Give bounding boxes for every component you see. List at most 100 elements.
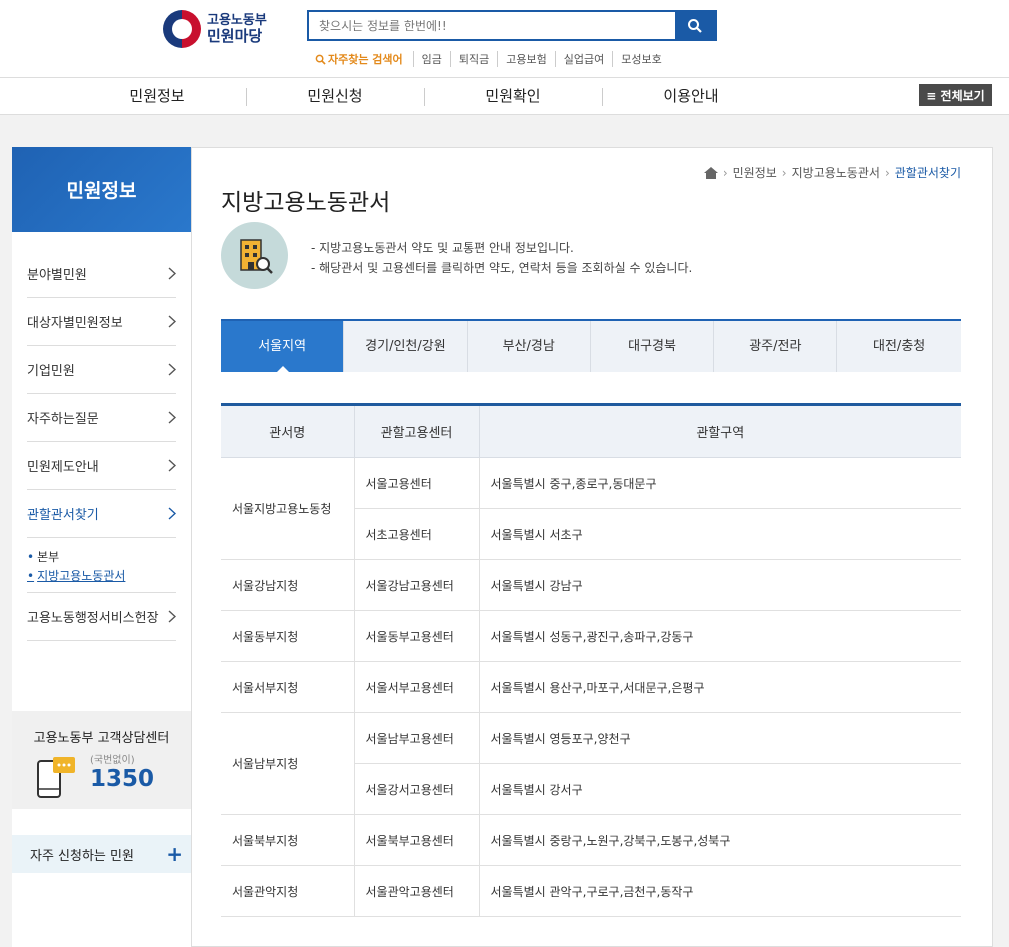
lnb-item-field[interactable]: 분야별민원 [27,250,176,298]
office-cell[interactable]: 서울지방고용노동청 [221,457,355,560]
frequent-services-toggle[interactable]: 자주 신청하는 민원 + [12,835,191,873]
taegeuk-logo-icon [163,10,201,48]
call-center-number: 1350 [90,766,155,792]
chevron-right-icon [168,267,176,280]
tab-busan[interactable]: 부산/경남 [468,321,591,372]
lnb-item-charter[interactable]: 고용노동행정서비스헌장 [27,593,176,641]
keyword-link[interactable]: 고용보험 [497,51,554,67]
region-tabs: 서울지역 경기/인천/강원 부산/경남 대구경북 광주/전라 대전/충청 [221,319,961,373]
lnb-sub-hq[interactable]: • 본부 [27,548,176,567]
table-row: 서울북부지청 서울북부고용센터 서울특별시 중랑구,노원구,강북구,도봉구,성북… [221,814,961,866]
table-row: 서울관악지청 서울관악고용센터 서울특별시 관악구,구로구,금천구,동작구 [221,865,961,917]
popular-keywords: 자주찾는 검색어 임금 퇴직금 고용보험 실업급여 모성보호 [315,51,670,67]
lnb-submenu: • 본부 • 지방고용노동관서 [27,538,176,593]
office-cell[interactable]: 서울남부지청 [221,712,355,815]
lnb-item-label: 자주하는질문 [27,412,99,427]
main-navigation: 민원정보 민원신청 민원확인 이용안내 [0,77,1009,115]
phone-chat-icon [37,757,75,798]
tab-gwangju[interactable]: 광주/전라 [714,321,838,372]
building-search-icon [221,222,288,289]
ministry-logo[interactable]: 고용노동부 민원마당 [163,10,267,48]
office-cell[interactable]: 서울관악지청 [221,865,355,917]
center-cell[interactable]: 서울북부고용센터 [354,814,480,866]
chevron-right-icon [168,610,176,623]
search-button[interactable] [675,12,715,39]
lnb-item-company[interactable]: 기업민원 [27,346,176,394]
gnb-item-apply[interactable]: 민원신청 [246,78,424,115]
breadcrumb-current: 관할관서찾기 [894,166,961,180]
area-cell: 서울특별시 용산구,마포구,서대문구,은평구 [479,661,961,713]
chevron-right-icon [168,411,176,424]
chevron-right-icon [168,363,176,376]
breadcrumb: › 민원정보 › 지방고용노동관서 › 관할관서찾기 [703,164,961,181]
office-cell[interactable]: 서울서부지청 [221,661,355,713]
center-cell[interactable]: 서초고용센터 [354,508,480,560]
table-row: 서울강남지청 서울강남고용센터 서울특별시 강남구 [221,559,961,611]
tab-seoul[interactable]: 서울지역 [221,321,345,373]
table-header-row: 관서명 관할고용센터 관할구역 [221,404,961,458]
gnb-item-info[interactable]: 민원정보 [68,78,246,115]
center-cell[interactable]: 서울서부고용센터 [354,661,480,713]
lnb-item-target[interactable]: 대상자별민원정보 [27,298,176,346]
center-cell[interactable]: 서울관악고용센터 [354,865,480,917]
office-table: 관서명 관할고용센터 관할구역 서울지방고용노동청 서울고용센터 서울특별시 중… [221,403,961,917]
chevron-right-icon [168,315,176,328]
area-cell: 서울특별시 영등포구,양천구 [479,712,961,764]
search-box [307,10,717,41]
search-input[interactable] [309,12,677,39]
gnb-item-check[interactable]: 민원확인 [424,78,602,115]
center-cell[interactable]: 서울고용센터 [354,457,480,509]
plus-icon: + [166,842,183,866]
center-cell[interactable]: 서울동부고용센터 [354,610,480,662]
center-cell[interactable]: 서울남부고용센터 [354,712,480,764]
area-cell: 서울특별시 관악구,구로구,금천구,동작구 [479,865,961,917]
area-cell: 서울특별시 강서구 [479,763,961,815]
lnb-item-label: 분야별민원 [27,268,87,283]
area-cell: 서울특별시 중랑구,노원구,강북구,도봉구,성북구 [479,814,961,866]
lnb-item-label: 고용노동행정서비스헌장 [27,611,159,626]
table-row: 서울동부지청 서울동부고용센터 서울특별시 성동구,광진구,송파구,강동구 [221,610,961,662]
lnb-item-faq[interactable]: 자주하는질문 [27,394,176,442]
chevron-right-icon: › [884,165,890,180]
view-all-button[interactable]: ≡ 전체보기 [919,84,992,106]
breadcrumb-item[interactable]: 지방고용노동관서 [792,164,880,181]
keyword-link[interactable]: 모성보호 [612,51,669,67]
table-row: 서울남부지청 서울남부고용센터 서울특별시 영등포구,양천구 [221,712,961,815]
hot-label-text: 자주찾는 검색어 [328,53,403,66]
lnb-item-system[interactable]: 민원제도안내 [27,442,176,490]
frequent-services-label: 자주 신청하는 민원 [30,848,134,864]
office-cell[interactable]: 서울동부지청 [221,610,355,662]
tab-gyeonggi[interactable]: 경기/인천/강원 [344,321,468,372]
intro-line: - 해당관서 및 고용센터를 클릭하면 약도, 연락처 등을 조회하실 수 있습… [311,261,693,275]
lnb-sub-regional[interactable]: • 지방고용노동관서 [27,567,176,586]
tab-daejeon[interactable]: 대전/충청 [837,321,960,372]
office-cell[interactable]: 서울강남지청 [221,559,355,611]
call-center-title: 고용노동부 고객상담센터 [33,731,170,746]
chevron-right-icon [168,459,176,472]
gnb-item-guide[interactable]: 이용안내 [602,78,780,115]
column-header: 관할고용센터 [354,404,480,458]
lnb-item-office-finder[interactable]: 관할관서찾기 [27,490,176,538]
center-cell[interactable]: 서울강남고용센터 [354,559,480,611]
breadcrumb-item[interactable]: 민원정보 [733,164,777,181]
intro-description: - 지방고용노동관서 약도 및 교통편 안내 정보입니다. - 해당관서 및 고… [311,238,692,278]
area-cell: 서울특별시 중구,종로구,동대문구 [479,457,961,509]
center-cell[interactable]: 서울강서고용센터 [354,763,480,815]
keyword-link[interactable]: 임금 [412,51,450,67]
area-cell: 서울특별시 성동구,광진구,송파구,강동구 [479,610,961,662]
lnb-item-label: 민원제도안내 [27,460,99,475]
table-row: 서울지방고용노동청 서울고용센터 서울특별시 중구,종로구,동대문구 [221,457,961,560]
column-header: 관할구역 [479,404,961,458]
lnb-item-label: 관할관서찾기 [27,508,99,523]
call-center-box: 고용노동부 고객상담센터 (국번없이) 1350 [12,711,191,809]
area-cell: 서울특별시 서초구 [479,508,961,560]
keyword-link[interactable]: 실업급여 [554,51,612,67]
office-cell[interactable]: 서울북부지청 [221,814,355,866]
popular-keywords-label: 자주찾는 검색어 [315,51,403,67]
home-icon[interactable] [703,166,718,179]
tab-daegu[interactable]: 대구경북 [591,321,715,372]
table-row: 서울서부지청 서울서부고용센터 서울특별시 용산구,마포구,서대문구,은평구 [221,661,961,713]
side-navigation: 민원정보 분야별민원 대상자별민원정보 기업민원 자주하는질문 민원제도안내 관… [12,147,192,947]
lnb-sub-label: 본부 [37,550,60,564]
keyword-link[interactable]: 퇴직금 [449,51,497,67]
